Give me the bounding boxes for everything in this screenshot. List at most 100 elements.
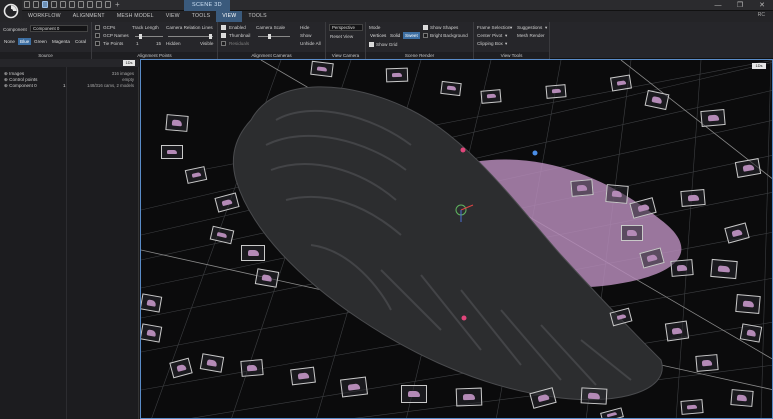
scene-canvas[interactable] [141, 60, 773, 419]
color-blue[interactable]: Blue [18, 38, 32, 45]
camera-thumbnail[interactable] [700, 108, 726, 128]
unhide-all-button[interactable]: Unhide All [300, 41, 321, 46]
menu-scene-tools[interactable]: TOOLS [242, 11, 273, 22]
color-none[interactable]: None [2, 38, 17, 45]
camera-thumbnail[interactable] [621, 225, 643, 241]
expand-icon[interactable]: ⊕ [4, 83, 8, 88]
menu-tools[interactable]: TOOLS [186, 11, 217, 22]
camera-thumbnail[interactable] [241, 245, 265, 261]
camera-thumbnail[interactable] [240, 359, 264, 377]
center-pivot-dropdown-icon[interactable]: ▾ [505, 33, 507, 39]
scene-3d-tab[interactable]: SCENE 3D [184, 0, 230, 11]
tie-points-checkbox[interactable] [95, 41, 100, 46]
camera-thumbnail[interactable] [480, 89, 502, 104]
layout-3-icon[interactable] [69, 1, 75, 8]
control-point-marker[interactable] [532, 150, 538, 156]
center-pivot-button[interactable]: Center Pivot [477, 33, 502, 38]
layout-5-icon[interactable] [87, 1, 93, 8]
panel-badge[interactable]: 1Ds [123, 60, 135, 66]
camera-scale-slider[interactable] [258, 36, 290, 37]
camera-thumbnail[interactable] [440, 80, 462, 97]
frame-selection-button[interactable]: Frame Selection [477, 25, 510, 30]
camera-thumbnail[interactable] [664, 320, 690, 342]
color-green[interactable]: Green [32, 38, 49, 45]
camera-scale-handle[interactable] [268, 34, 271, 39]
camera-thumbnail[interactable] [290, 366, 316, 386]
camera-thumbnail[interactable] [680, 399, 704, 415]
app-logo-icon[interactable] [0, 0, 22, 22]
show-button[interactable]: Show [300, 33, 312, 38]
maximize-button[interactable]: ❐ [729, 0, 751, 11]
mode-solid[interactable]: Solid [388, 32, 402, 39]
reset-view-button[interactable]: Reset View [330, 34, 353, 39]
menu-mesh-model[interactable]: MESH MODEL [111, 11, 160, 22]
new-project-icon[interactable] [24, 1, 30, 8]
camera-thumbnail[interactable] [161, 145, 183, 159]
camera-thumbnail[interactable] [580, 387, 608, 405]
camera-thumbnail[interactable] [670, 259, 694, 277]
camera-thumbnail[interactable] [310, 60, 334, 78]
camera-thumbnail[interactable] [570, 179, 594, 197]
camera-thumbnail[interactable] [605, 184, 629, 204]
save-icon[interactable] [42, 1, 48, 8]
gcps-checkbox[interactable] [95, 25, 100, 30]
color-magenta[interactable]: Magenta [50, 38, 72, 45]
thumbnail-checkbox[interactable] [221, 33, 226, 38]
camera-relation-handle[interactable] [209, 34, 212, 39]
show-shapes-checkbox[interactable] [423, 25, 428, 30]
menu-scene-view[interactable]: VIEW [216, 11, 243, 22]
camera-thumbnail[interactable] [735, 293, 761, 315]
camera-thumbnail[interactable] [385, 67, 409, 83]
expand-icon[interactable]: ⊕ [4, 77, 8, 82]
camera-thumbnail[interactable] [680, 188, 706, 208]
show-grid-checkbox[interactable] [369, 42, 374, 47]
track-length-handle[interactable] [139, 34, 142, 39]
camera-thumbnail[interactable] [340, 376, 368, 398]
enabled-checkbox[interactable] [221, 25, 226, 30]
mode-vertices[interactable]: Vertices [368, 32, 388, 39]
viewport-badge[interactable]: 1Ds [752, 63, 766, 69]
control-point-marker[interactable] [460, 147, 466, 153]
camera-thumbnail[interactable] [401, 385, 427, 403]
gcp-names-checkbox[interactable] [95, 33, 100, 38]
layout-4-icon[interactable] [78, 1, 84, 8]
mode-sweet[interactable]: Sweet [403, 32, 420, 39]
residuals-checkbox[interactable] [221, 41, 226, 46]
camera-thumbnail[interactable] [165, 114, 189, 132]
hide-button[interactable]: Hide [300, 25, 309, 30]
bright-background-checkbox[interactable] [423, 33, 428, 38]
clipping-box-button[interactable]: Clipping Box [477, 41, 503, 46]
camera-relation-slider[interactable] [168, 36, 213, 37]
menu-workflow[interactable]: WORKFLOW [22, 11, 67, 22]
close-button[interactable]: ✕ [751, 0, 773, 11]
control-point-marker[interactable] [461, 315, 467, 321]
camera-thumbnail[interactable] [695, 354, 719, 372]
camera-thumbnail[interactable] [545, 84, 567, 99]
expand-icon[interactable]: ⊕ [4, 71, 8, 76]
camera-thumbnail[interactable] [710, 258, 738, 280]
tree-item-component[interactable]: ⊕ Component 0 [4, 83, 37, 89]
clipping-box-dropdown-icon[interactable]: ▾ [505, 41, 507, 47]
panel-column-divider[interactable] [66, 67, 67, 419]
suggestions-dropdown-icon[interactable]: ▾ [545, 25, 547, 31]
menu-view[interactable]: VIEW [160, 11, 186, 22]
camera-thumbnail[interactable] [730, 389, 754, 407]
layout-1-icon[interactable] [51, 1, 57, 8]
suggestions-button[interactable]: Suggestions [517, 25, 542, 30]
camera-thumbnail[interactable] [739, 323, 763, 343]
frame-selection-dropdown-icon[interactable]: ▾ [510, 25, 512, 31]
minimize-button[interactable]: — [707, 0, 729, 11]
menu-alignment[interactable]: ALIGNMENT [67, 11, 111, 22]
camera-thumbnail[interactable] [141, 293, 163, 313]
camera-thumbnail[interactable] [455, 387, 483, 407]
scene-3d-viewport[interactable]: 1Ds [140, 59, 773, 419]
mesh-render-button[interactable]: Mesh Render [517, 33, 545, 38]
color-coral[interactable]: Coral [73, 38, 88, 45]
projection-select[interactable]: Perspective [329, 24, 363, 31]
layout-7-icon[interactable] [105, 1, 111, 8]
layout-2-icon[interactable] [60, 1, 66, 8]
component-select[interactable]: Component 0 [30, 25, 88, 32]
camera-thumbnail[interactable] [141, 323, 163, 343]
layout-6-icon[interactable] [96, 1, 102, 8]
add-layout-icon[interactable]: + [115, 0, 120, 9]
